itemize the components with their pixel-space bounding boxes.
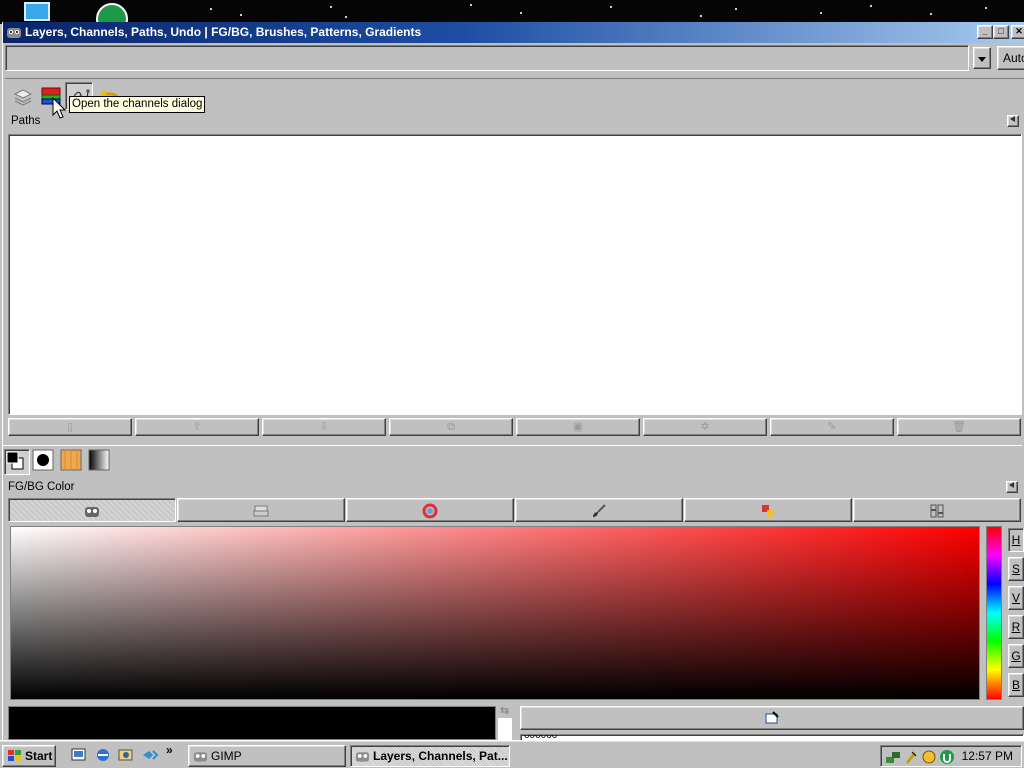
tab-gradients[interactable] (88, 449, 114, 475)
selection-to-path-icon: ✲ (700, 421, 710, 433)
duplicate-path-button[interactable]: ⧉ (389, 418, 513, 436)
tab-brushes[interactable] (32, 449, 58, 475)
delete-path-icon: 🗑 (952, 421, 966, 433)
tab-fg-bg-color[interactable] (4, 449, 30, 475)
tab-watercolor-selector[interactable] (515, 498, 683, 522)
watercolor-selector-icon (593, 504, 606, 517)
paths-panel-title: Paths (11, 115, 41, 127)
paths-list[interactable] (8, 134, 1022, 415)
update-icon[interactable] (921, 749, 937, 765)
new-path-button[interactable]: ▯ (8, 418, 132, 436)
desktop-shortcut-icon[interactable] (24, 2, 50, 21)
internet-explorer-icon[interactable] (94, 747, 112, 763)
desktop-background (0, 0, 1024, 24)
tab-patterns[interactable] (60, 449, 86, 475)
new-path-icon: ▯ (66, 421, 74, 433)
triangle-left-icon (1010, 116, 1015, 122)
tab-scales-selector[interactable] (853, 498, 1021, 522)
network-icon[interactable] (885, 749, 901, 765)
lower-path-button[interactable]: ⇩ (262, 418, 386, 436)
paths-button-row: ▯ ⇧ ⇩ ⧉ ▣ ✲ ✎ 🗑 (8, 418, 1024, 436)
delete-path-button[interactable]: 🗑 (897, 418, 1021, 436)
title-bar[interactable]: Layers, Channels, Paths, Undo | FG/BG, B… (3, 22, 1024, 43)
gimp-app-icon (355, 752, 370, 762)
fg-bg-color-icon (6, 451, 24, 470)
selection-to-path-button[interactable]: ✲ (643, 418, 767, 436)
minimize-button[interactable]: _ (977, 25, 993, 39)
patterns-icon (60, 449, 82, 471)
triangle-left-icon (1009, 482, 1014, 488)
tab-triangle-selector[interactable] (346, 498, 514, 522)
channel-button-s[interactable]: S (1008, 557, 1024, 581)
cmyk-selector-icon (253, 505, 269, 517)
fg-bg-tab-menu-button[interactable] (1006, 481, 1018, 493)
raise-path-icon: ⇧ (192, 421, 202, 433)
chevron-down-icon (978, 57, 986, 62)
channel-button-r[interactable]: R (1008, 615, 1024, 639)
foreground-color-swatch[interactable] (8, 706, 496, 740)
auto-button[interactable]: Auto (997, 46, 1024, 70)
desktop-app-icon[interactable] (96, 3, 128, 24)
desktop-icon[interactable] (70, 747, 88, 763)
media-icon[interactable] (141, 747, 159, 763)
dock2-tab-bar (2, 445, 1022, 477)
taskbar-button-gimp[interactable]: GIMP (188, 745, 346, 767)
gimp-selector-icon (85, 507, 99, 517)
mouse-pointer-icon (52, 97, 66, 119)
paths-tab-menu-button[interactable] (1007, 115, 1019, 127)
system-tray: 12:57 PM (880, 745, 1022, 767)
torrent-icon[interactable] (939, 749, 955, 765)
channel-button-h[interactable]: H (1008, 528, 1024, 552)
taskbar-button-label: GIMP (211, 749, 242, 763)
color-selector-tabs (8, 498, 1024, 522)
image-menu-field[interactable] (5, 45, 969, 71)
taskbar: Start » GIMP Layers, Channels, Pat... 12… (0, 740, 1024, 768)
start-label: Start (25, 749, 53, 763)
duplicate-path-icon: ⧉ (447, 421, 455, 433)
channels-tooltip: Open the channels dialog (69, 96, 206, 113)
channel-button-g[interactable]: G (1008, 644, 1024, 668)
channel-button-b[interactable]: B (1008, 673, 1024, 697)
gradients-icon (88, 449, 110, 471)
stroke-path-button[interactable]: ✎ (770, 418, 894, 436)
start-button[interactable]: Start (2, 745, 56, 767)
tab-cmyk-selector[interactable] (177, 498, 345, 522)
lower-path-icon: ⇩ (319, 421, 329, 433)
triangle-selector-icon (422, 503, 438, 519)
power-icon[interactable] (903, 749, 919, 765)
outlook-icon[interactable] (117, 747, 135, 763)
scales-selector-icon (930, 504, 944, 518)
image-selector-row: Auto (5, 45, 1024, 74)
channel-button-v[interactable]: V (1008, 586, 1024, 610)
layers-icon (13, 89, 33, 106)
brushes-icon (32, 449, 54, 471)
clock: 12:57 PM (961, 749, 1013, 763)
taskbar-button-layers-dock[interactable]: Layers, Channels, Pat... (350, 745, 510, 767)
image-menu-dropdown[interactable] (973, 47, 991, 69)
taskbar-button-label: Layers, Channels, Pat... (373, 749, 508, 763)
swap-colors-icon[interactable]: ⇆ (500, 704, 514, 718)
gimp-app-icon (193, 752, 208, 762)
tab-layers[interactable] (9, 82, 37, 110)
close-button[interactable]: ✕ (1011, 25, 1024, 39)
stroke-path-icon: ✎ (827, 421, 837, 433)
color-picker-icon (765, 711, 779, 724)
path-to-selection-button[interactable]: ▣ (516, 418, 640, 436)
raise-path-button[interactable]: ⇧ (135, 418, 259, 436)
saturation-value-area[interactable] (10, 526, 980, 700)
color-history-strip[interactable] (498, 718, 512, 740)
palette-selector-icon (762, 505, 774, 517)
maximize-button[interactable]: □ (993, 25, 1009, 39)
window-title: Layers, Channels, Paths, Undo | FG/BG, B… (25, 25, 422, 39)
quick-launch-more[interactable]: » (166, 743, 173, 757)
color-picker-button[interactable] (520, 706, 1024, 730)
gimp-app-icon (7, 28, 21, 38)
windows-logo-icon (8, 750, 21, 761)
fg-bg-panel-title: FG/BG Color (8, 481, 75, 493)
tab-gimp-selector[interactable] (8, 498, 176, 522)
path-to-selection-icon: ▣ (572, 421, 584, 433)
tab-palette-selector[interactable] (684, 498, 852, 522)
hue-slider[interactable] (986, 526, 1002, 700)
